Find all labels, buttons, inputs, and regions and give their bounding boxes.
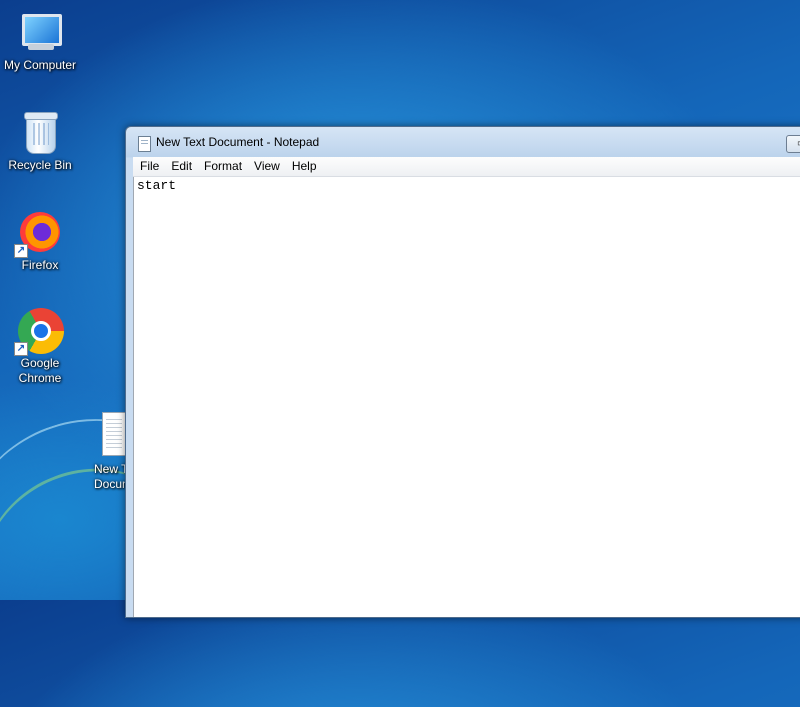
chrome-icon: ↗	[14, 306, 64, 356]
desktop-icon-google-chrome[interactable]: ↗ Google Chrome	[0, 306, 80, 386]
menu-help[interactable]: Help	[286, 157, 323, 176]
desktop-icon-label: Firefox	[21, 258, 59, 272]
menu-format[interactable]: Format	[198, 157, 248, 176]
notepad-window[interactable]: New Text Document - Notepad ▭ FileEditFo…	[125, 126, 800, 618]
desktop-icon-label: Recycle Bin	[8, 158, 72, 172]
notepad-app-icon[interactable]	[138, 136, 151, 152]
shortcut-arrow-icon: ↗	[14, 244, 28, 258]
computer-icon	[16, 8, 64, 56]
title-bar[interactable]: New Text Document - Notepad ▭	[126, 127, 800, 157]
desktop-icon-label: Google Chrome	[18, 356, 62, 385]
desktop-icon-label: My Computer	[3, 58, 77, 72]
window-title: New Text Document - Notepad	[156, 135, 320, 149]
shortcut-arrow-icon: ↗	[14, 342, 28, 356]
desktop-icon-firefox[interactable]: ↗ Firefox	[0, 208, 80, 273]
desktop-icon-my-computer[interactable]: My Computer	[0, 8, 80, 73]
menu-bar: File Edit Format View Help	[133, 157, 800, 177]
firefox-icon: ↗	[14, 208, 64, 258]
menu-edit[interactable]: Edit	[165, 157, 198, 176]
recycle-bin-icon	[16, 108, 64, 156]
text-editor-area[interactable]: start	[133, 177, 800, 617]
desktop-icon-recycle-bin[interactable]: Recycle Bin	[0, 108, 80, 173]
editor-content[interactable]: start	[137, 178, 176, 193]
minimize-button[interactable]: ▭	[786, 135, 800, 153]
menu-view[interactable]: View	[248, 157, 286, 176]
menu-file[interactable]: File	[133, 157, 165, 176]
